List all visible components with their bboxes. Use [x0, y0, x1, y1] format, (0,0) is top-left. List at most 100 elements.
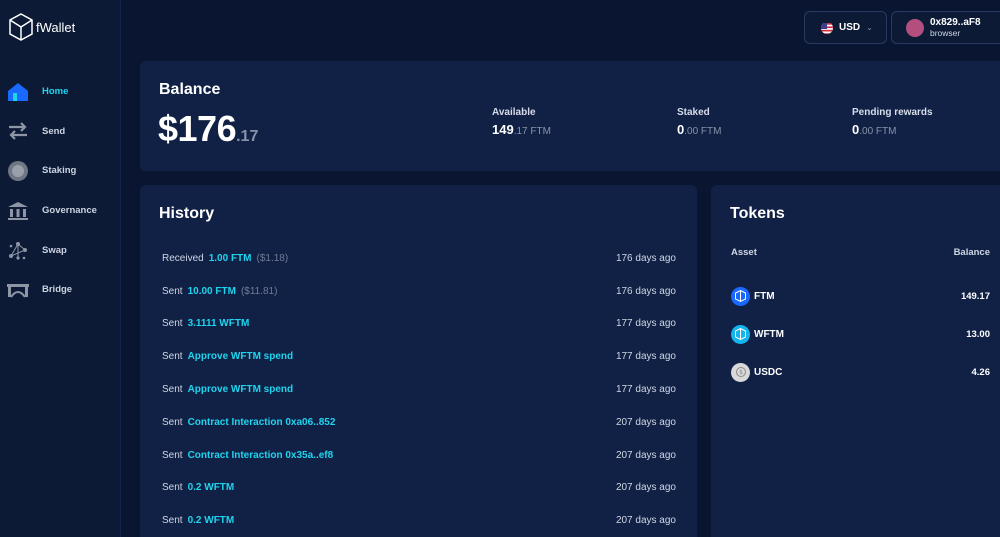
balance-decimal: .17 — [236, 128, 259, 145]
token-symbol: USDC — [754, 366, 783, 378]
sidebar-item-swap[interactable]: Swap — [0, 230, 121, 270]
history-type: Sent — [162, 482, 183, 494]
history-detail[interactable]: 1.00 FTM — [209, 253, 252, 264]
svg-text:$: $ — [739, 369, 743, 376]
sidebar-item-send[interactable]: Send — [0, 112, 121, 152]
token-row[interactable]: FTM 149.17 — [731, 277, 1000, 315]
history-row[interactable]: Sent 3.1111 WFTM 177 days ago — [162, 308, 676, 341]
stat-label: Available — [492, 107, 536, 118]
token-symbol: FTM — [754, 290, 775, 302]
balance-main: $176 — [158, 108, 237, 149]
history-title: History — [159, 205, 215, 222]
history-row[interactable]: Sent Contract Interaction 0x35a..ef8 207… — [162, 439, 676, 472]
sidebar-item-label: Governance — [42, 205, 97, 217]
token-balance: 4.26 — [971, 366, 991, 378]
tokens-title: Tokens — [730, 205, 785, 222]
history-list: Received 1.00 FTM ($1.18) 176 days ago S… — [162, 242, 676, 537]
history-row[interactable]: Sent Approve WFTM spend 177 days ago — [162, 340, 676, 373]
history-time: 207 days ago — [615, 482, 676, 494]
history-card: History Received 1.00 FTM ($1.18) 176 da… — [140, 185, 697, 537]
avatar — [906, 18, 924, 37]
home-icon — [7, 81, 29, 103]
tokens-card: Tokens Asset Balance FTM 149.17 WFTM 13.… — [711, 185, 1000, 537]
history-time: 176 days ago — [615, 252, 676, 264]
history-time: 177 days ago — [615, 351, 676, 363]
app-name: fWallet — [36, 19, 76, 35]
bridge-icon — [7, 279, 29, 301]
us-flag-icon — [821, 22, 833, 34]
history-detail[interactable]: 3.1111 WFTM — [188, 318, 250, 329]
tokens-col-balance: Balance — [953, 247, 990, 258]
history-type: Sent — [162, 318, 183, 330]
sidebar-item-home[interactable]: Home — [0, 72, 121, 112]
history-type: Sent — [162, 515, 183, 527]
history-detail[interactable]: Approve WFTM spend — [188, 384, 294, 395]
history-fiat: ($1.18) — [256, 252, 289, 264]
history-type: Sent — [162, 449, 183, 461]
history-row[interactable]: Received 1.00 FTM ($1.18) 176 days ago — [162, 242, 676, 275]
sidebar-item-bridge[interactable]: Bridge — [0, 270, 121, 310]
stat-label: Pending rewards — [852, 107, 933, 118]
sidebar-item-staking[interactable]: Staking — [0, 151, 121, 191]
sidebar-nav: Home Send Staking Governance Swap Bridge — [0, 72, 121, 310]
history-time: 176 days ago — [615, 285, 676, 297]
history-row[interactable]: Sent 10.00 FTM ($11.81) 176 days ago — [162, 275, 676, 308]
history-time: 177 days ago — [615, 384, 676, 396]
sidebar-item-label: Send — [42, 125, 66, 137]
bank-icon — [7, 200, 29, 222]
account-button[interactable]: 0x829..aF8 browser — [891, 11, 1000, 44]
currency-label: USD — [839, 22, 861, 33]
balance-title: Balance — [159, 81, 221, 98]
history-detail[interactable]: Contract Interaction 0xa06..852 — [188, 417, 336, 428]
tokens-col-asset: Asset — [731, 247, 757, 258]
stat-pending-rewards: Pending rewards 0.00 FTM — [852, 107, 933, 137]
history-detail[interactable]: 0.2 WFTM — [188, 515, 235, 526]
history-row[interactable]: Sent Approve WFTM spend 177 days ago — [162, 373, 676, 406]
token-symbol: WFTM — [754, 328, 784, 340]
balance-card: Balance $176.17 Available 149.17 FTM Sta… — [140, 61, 1000, 171]
history-type: Sent — [162, 285, 183, 297]
stat-label: Staked — [677, 107, 710, 118]
usdc-token-icon: $ — [731, 362, 750, 382]
network-nodes-icon — [7, 239, 29, 261]
history-time: 207 days ago — [615, 515, 676, 527]
balance-value: $176.17 — [158, 108, 258, 150]
tokens-header: Asset Balance — [731, 247, 1000, 258]
currency-selector[interactable]: USD ⌄ — [804, 11, 887, 44]
stat-value-rest: .00 FTM — [684, 126, 722, 137]
token-row[interactable]: WFTM 13.00 — [731, 315, 1000, 353]
ftm-token-icon — [731, 286, 750, 306]
history-fiat: ($11.81) — [240, 285, 278, 297]
history-time: 207 days ago — [615, 449, 676, 461]
account-address: 0x829..aF8 — [930, 16, 981, 28]
wftm-token-icon — [731, 324, 750, 344]
sidebar-item-governance[interactable]: Governance — [0, 191, 121, 231]
history-row[interactable]: Sent 0.2 WFTM 207 days ago — [162, 472, 676, 505]
token-row[interactable]: $ USDC 4.26 — [731, 353, 1000, 391]
tokens-list: FTM 149.17 WFTM 13.00 $ USDC 4.26 — [731, 277, 1000, 391]
history-row[interactable]: Sent Contract Interaction 0xa06..852 207… — [162, 406, 676, 439]
stat-available: Available 149.17 FTM — [492, 107, 551, 137]
stat-value: 149 — [492, 122, 514, 137]
staking-coin-icon — [7, 160, 29, 182]
stat-staked: Staked 0.00 FTM — [677, 107, 721, 137]
history-row[interactable]: Sent 0.2 WFTM 207 days ago — [162, 504, 676, 537]
history-detail[interactable]: 10.00 FTM — [188, 286, 236, 297]
stat-value-rest: .17 FTM — [513, 126, 551, 137]
history-type: Received — [162, 252, 204, 264]
sidebar: fWallet Home Send Staking Governance Swa… — [0, 0, 121, 537]
fantom-logo-icon — [9, 13, 33, 41]
history-detail[interactable]: 0.2 WFTM — [188, 482, 235, 493]
sidebar-item-label: Home — [42, 86, 69, 98]
history-time: 177 days ago — [615, 318, 676, 330]
sidebar-item-label: Swap — [42, 244, 67, 256]
history-detail[interactable]: Contract Interaction 0x35a..ef8 — [188, 450, 334, 461]
token-balance: 13.00 — [966, 328, 990, 340]
history-detail[interactable]: Approve WFTM spend — [188, 351, 294, 362]
sidebar-item-label: Staking — [42, 165, 77, 177]
account-type: browser — [930, 27, 961, 38]
app-logo[interactable]: fWallet — [8, 12, 75, 42]
token-balance: 149.17 — [960, 290, 990, 302]
chevron-down-icon: ⌄ — [866, 23, 873, 32]
transfer-arrows-icon — [7, 120, 29, 142]
